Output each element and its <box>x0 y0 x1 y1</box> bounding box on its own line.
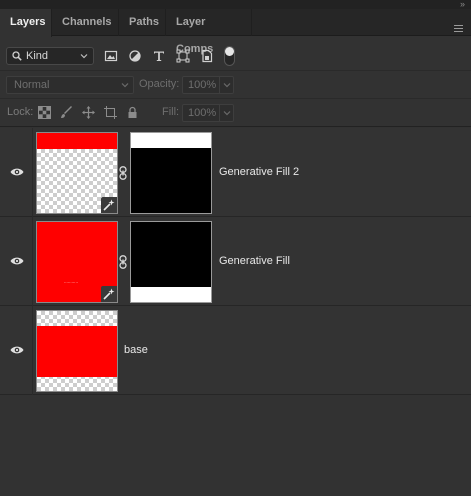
eye-icon <box>10 168 24 176</box>
layer-name[interactable]: Generative Fill 2 <box>219 166 299 178</box>
opacity-value: 100% <box>188 79 217 91</box>
type-filter-icon[interactable] <box>152 49 166 63</box>
layer-row-generative-fill[interactable]: ........... Generative Fill <box>0 217 471 306</box>
filter-toggle-switch[interactable] <box>224 46 235 66</box>
layer-thumbnail[interactable]: ........... <box>36 221 118 303</box>
lock-all-icon[interactable] <box>126 106 139 119</box>
panel-tab-bar: Layers Channels Paths Layer Comps <box>0 9 471 55</box>
layers-list: Generative Fill 2 ........... Generative… <box>0 128 471 396</box>
layer-name[interactable]: Generative Fill <box>219 255 290 267</box>
blend-mode-select[interactable]: Normal <box>6 76 134 94</box>
adjustment-filter-icon[interactable] <box>128 49 142 63</box>
visibility-toggle[interactable] <box>0 128 33 217</box>
layer-mask-thumbnail[interactable] <box>130 132 212 214</box>
opacity-dropdown-button[interactable] <box>219 77 233 93</box>
panel-top-strip: ›› <box>0 0 471 9</box>
lock-transparent-pixels-icon[interactable] <box>38 106 51 119</box>
layer-thumbnail[interactable] <box>36 310 118 392</box>
search-icon <box>12 51 22 61</box>
chevron-down-icon <box>223 83 231 88</box>
lock-artboard-icon[interactable] <box>104 106 117 119</box>
layer-mask-thumbnail[interactable] <box>130 221 212 303</box>
tab-paths[interactable]: Paths <box>119 9 166 36</box>
blend-mode-value: Normal <box>14 79 50 91</box>
generative-fill-icon <box>103 199 115 211</box>
layer-name[interactable]: base <box>124 344 148 356</box>
lock-row: Lock: Fill: 100% <box>0 100 471 127</box>
lock-position-icon[interactable] <box>82 106 95 119</box>
thumbnail-red-fill <box>37 133 117 149</box>
eye-icon <box>10 346 24 354</box>
blend-mode-row: Normal Opacity: 100% <box>0 72 471 99</box>
collapse-panel-icon[interactable]: ›› <box>460 0 465 9</box>
lock-label: Lock: <box>7 106 34 118</box>
layer-filter-row: Kind <box>0 37 471 71</box>
generative-fill-icon <box>103 288 115 300</box>
tab-channels[interactable]: Channels <box>52 9 119 36</box>
chevron-down-icon <box>121 83 129 88</box>
shape-filter-icon[interactable] <box>176 49 190 63</box>
mask-white-area <box>131 133 211 148</box>
visibility-toggle[interactable] <box>0 306 33 395</box>
filter-kind-label: Kind <box>26 50 49 62</box>
mask-white-area <box>131 287 211 302</box>
thumbnail-red-fill <box>37 326 117 377</box>
link-mask-icon[interactable] <box>119 255 127 269</box>
panel-menu-icon[interactable] <box>454 25 463 32</box>
link-mask-icon[interactable] <box>119 166 127 180</box>
opacity-field[interactable]: 100% <box>182 76 234 94</box>
tab-layer-comps[interactable]: Layer Comps <box>166 9 252 55</box>
chevron-down-icon <box>80 54 88 59</box>
fill-label: Fill: <box>162 106 180 118</box>
fill-dropdown-button[interactable] <box>219 105 233 121</box>
layer-row-generative-fill-2[interactable]: Generative Fill 2 <box>0 128 471 217</box>
generative-layer-badge <box>101 286 117 302</box>
fill-value: 100% <box>188 107 217 119</box>
thumbnail-text: ........... <box>64 279 78 284</box>
smart-object-filter-icon[interactable] <box>200 49 214 63</box>
pixel-filter-icon[interactable] <box>104 49 118 63</box>
visibility-toggle[interactable] <box>0 217 33 306</box>
filter-kind-select[interactable]: Kind <box>6 47 94 65</box>
fill-field[interactable]: 100% <box>182 104 234 122</box>
tab-layers[interactable]: Layers <box>0 9 52 37</box>
layer-row-base[interactable]: base <box>0 306 471 395</box>
generative-layer-badge <box>101 197 117 213</box>
chevron-down-icon <box>223 111 231 116</box>
lock-image-pixels-icon[interactable] <box>60 106 73 119</box>
layer-thumbnail[interactable] <box>36 132 118 214</box>
opacity-label: Opacity: <box>139 78 180 90</box>
eye-icon <box>10 257 24 265</box>
